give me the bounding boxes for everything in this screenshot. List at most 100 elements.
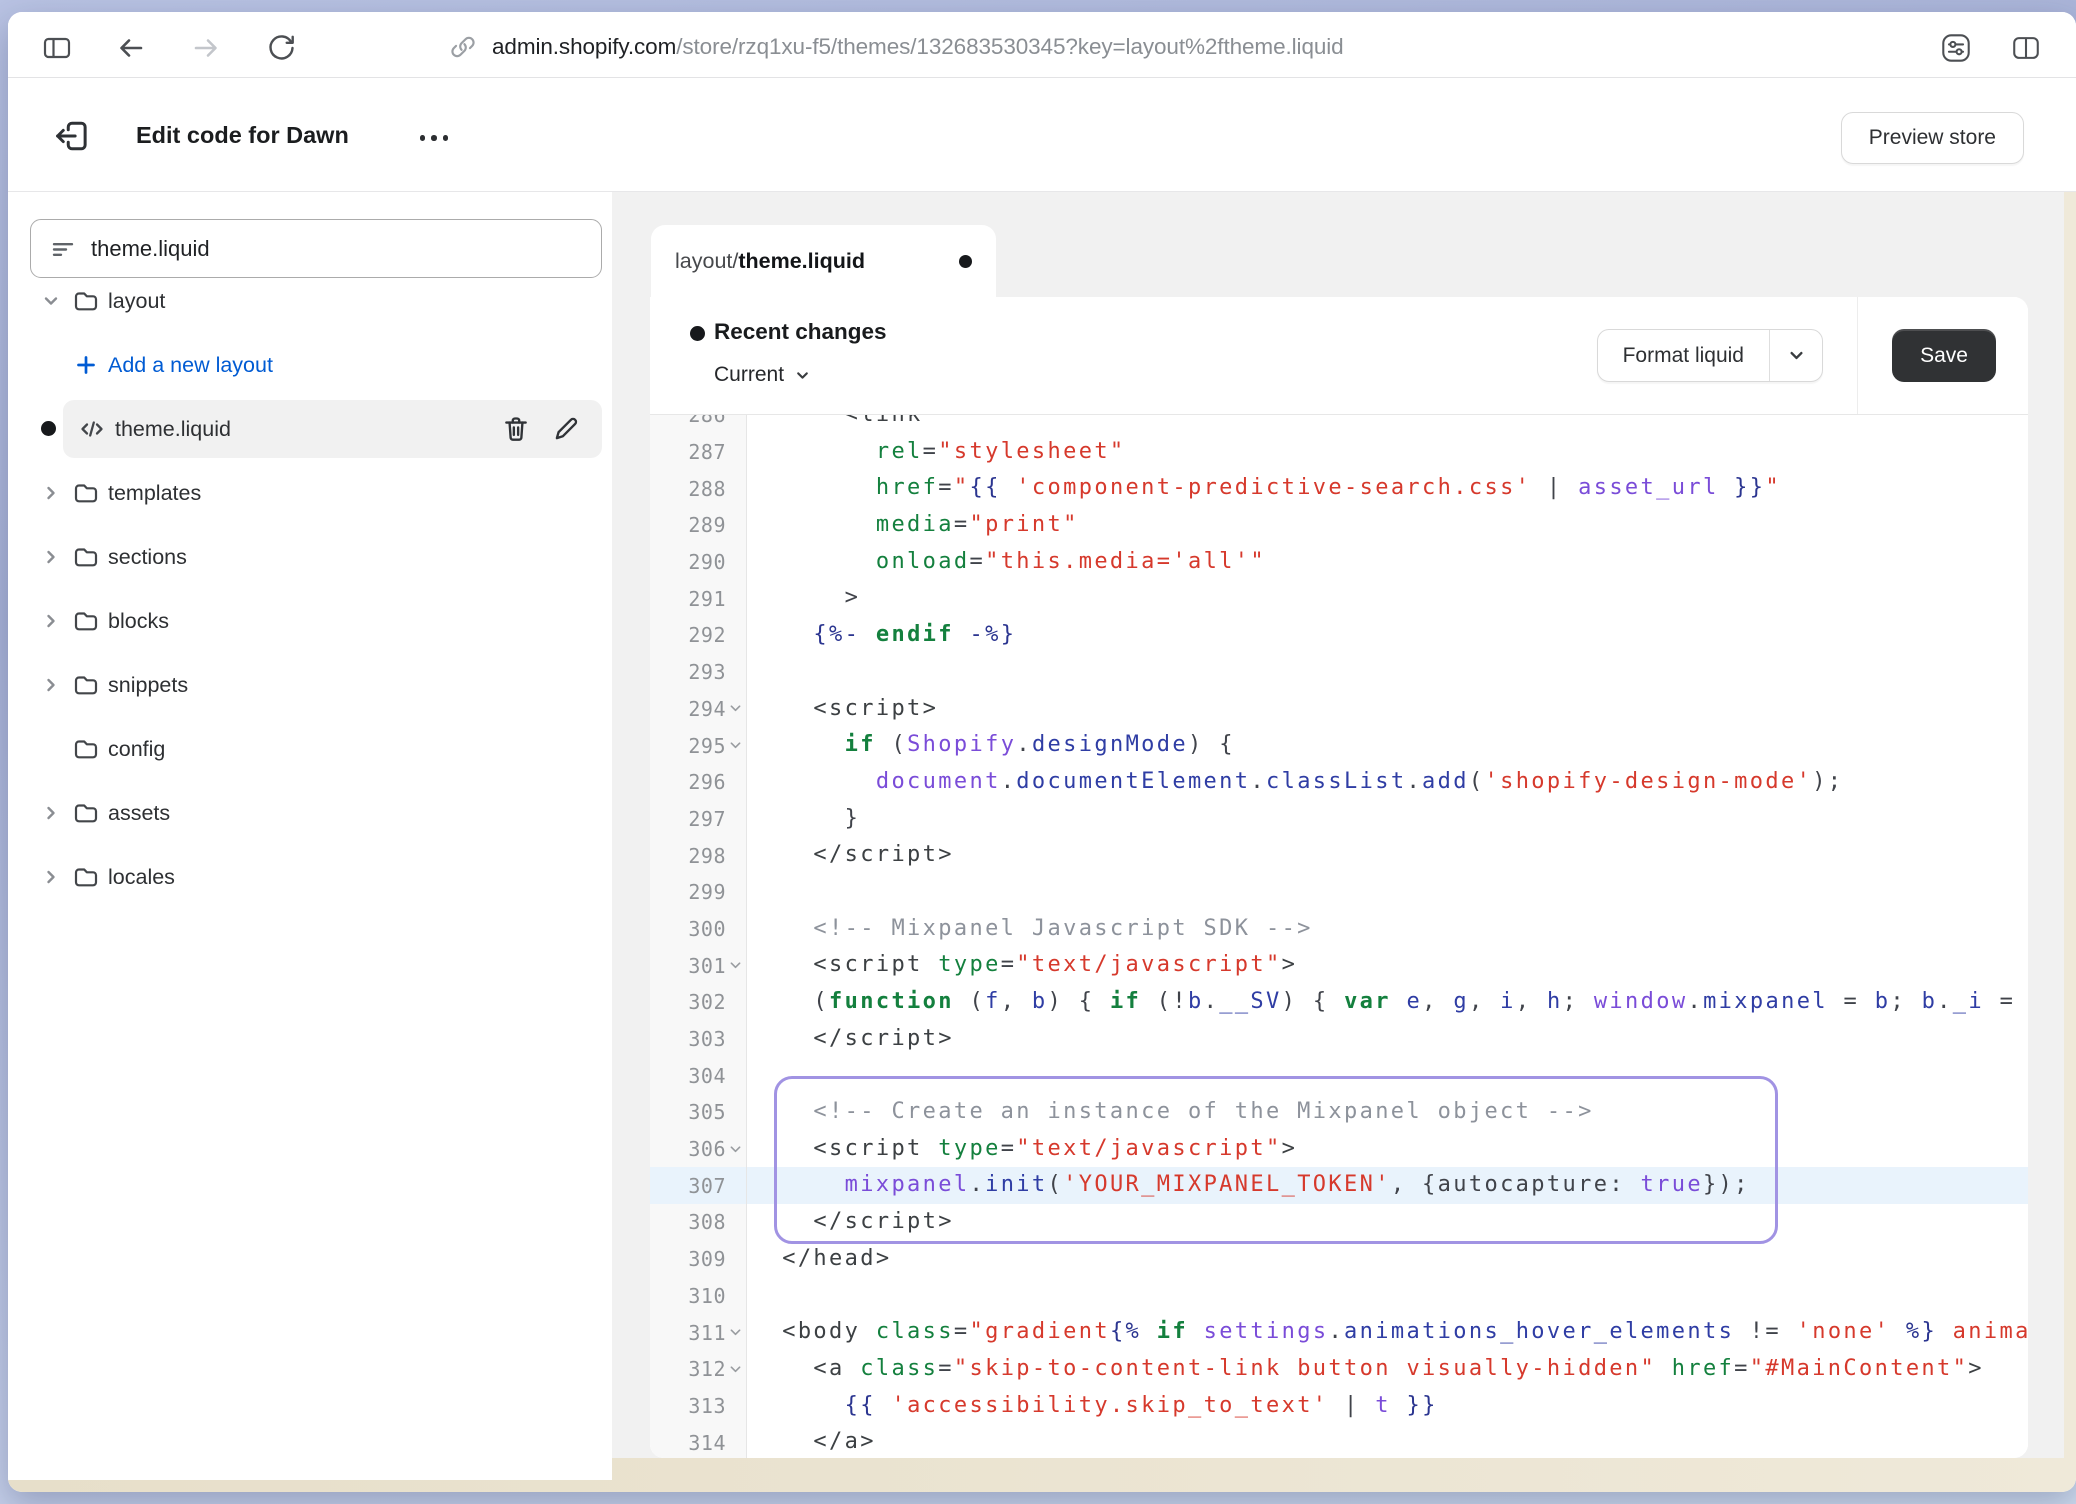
sidebar-item-snippets[interactable]: snippets <box>8 653 612 717</box>
code-line-312[interactable]: 312 <a class="skip-to-content-link butto… <box>650 1351 2028 1388</box>
sidebar-item-theme-liquid[interactable]: theme.liquid <box>8 397 612 461</box>
code-line-301[interactable]: 301 <script type="text/javascript"> <box>650 947 2028 984</box>
code-line-296[interactable]: 296 document.documentElement.classList.a… <box>650 764 2028 801</box>
code-editor[interactable]: 286 <link287 rel="stylesheet"288 href="{… <box>650 415 2028 1458</box>
reload-button[interactable] <box>259 26 303 70</box>
sidebar-item-config[interactable]: config <box>8 717 612 781</box>
code-line-293[interactable]: 293 <box>650 654 2028 691</box>
line-number: 311 <box>688 1321 726 1345</box>
fold-toggle-icon[interactable] <box>727 1325 744 1340</box>
exit-editor-button[interactable] <box>48 113 96 161</box>
code-line-304[interactable]: 304 <box>650 1057 2028 1094</box>
fold-toggle-icon[interactable] <box>727 701 744 716</box>
sidebar-item-label: blocks <box>108 609 169 634</box>
file-search-input[interactable] <box>91 236 583 262</box>
fold-toggle-icon[interactable] <box>727 1362 744 1377</box>
version-select[interactable]: Current <box>714 363 810 387</box>
code-line-302[interactable]: 302 (function (f, b) { if (!b.__SV) { va… <box>650 984 2028 1021</box>
sidebar-item-label: templates <box>108 481 201 506</box>
code-line-286[interactable]: 286 <link <box>650 415 2028 434</box>
format-liquid-menu-button[interactable] <box>1769 330 1822 381</box>
line-number: 303 <box>688 1027 726 1051</box>
code-line-305[interactable]: 305 <!-- Create an instance of the Mixpa… <box>650 1094 2028 1131</box>
sidebar-item-layout[interactable]: layout <box>8 269 612 333</box>
sidebar-item-sections[interactable]: sections <box>8 525 612 589</box>
code-line-300[interactable]: 300 <!-- Mixpanel Javascript SDK --> <box>650 911 2028 948</box>
fold-toggle-icon[interactable] <box>727 1142 744 1157</box>
code-text: media="print" <box>747 507 1079 544</box>
tab-file-label: theme.liquid <box>738 249 865 274</box>
code-line-288[interactable]: 288 href="{{ 'component-predictive-searc… <box>650 470 2028 507</box>
back-button[interactable] <box>109 26 153 70</box>
line-number: 307 <box>688 1174 726 1198</box>
code-line-308[interactable]: 308 </script> <box>650 1204 2028 1241</box>
line-number: 301 <box>688 954 726 978</box>
fold-spacer <box>727 415 744 423</box>
sidebar-item-locales[interactable]: locales <box>8 845 612 909</box>
code-line-314[interactable]: 314 </a> <box>650 1424 2028 1458</box>
code-line-295[interactable]: 295 if (Shopify.designMode) { <box>650 727 2028 764</box>
code-text: </script> <box>747 1021 954 1058</box>
line-number: 289 <box>688 513 726 537</box>
sidebar-item-assets[interactable]: assets <box>8 781 612 845</box>
split-view-button[interactable] <box>2004 26 2048 70</box>
sidebar-item-templates[interactable]: templates <box>8 461 612 525</box>
page-settings-button[interactable] <box>1934 26 1978 70</box>
code-text: <script type="text/javascript"> <box>747 947 1297 984</box>
code-line-313[interactable]: 313 {{ 'accessibility.skip_to_text' | t … <box>650 1388 2028 1425</box>
recent-changes-label: Recent changes <box>714 319 887 345</box>
fold-toggle-icon[interactable] <box>727 738 744 753</box>
code-line-299[interactable]: 299 <box>650 874 2028 911</box>
split-view-icon <box>2010 32 2042 64</box>
page-title: Edit code for Dawn <box>136 122 349 149</box>
code-line-294[interactable]: 294 <script> <box>650 691 2028 728</box>
code-line-297[interactable]: 297 } <box>650 801 2028 838</box>
address-bar[interactable]: admin.shopify.com/store/rzq1xu-f5/themes… <box>448 24 1344 70</box>
url-host: admin.shopify.com <box>492 34 676 59</box>
format-liquid-button[interactable]: Format liquid <box>1598 330 1769 381</box>
chevron-right-icon[interactable] <box>38 800 64 826</box>
code-line-307[interactable]: 307 mixpanel.init('YOUR_MIXPANEL_TOKEN',… <box>650 1167 2028 1204</box>
save-button[interactable]: Save <box>1892 329 1996 382</box>
selected-file-pill[interactable]: theme.liquid <box>63 400 602 458</box>
gutter: 306 <box>650 1131 747 1168</box>
chevron-right-icon[interactable] <box>38 672 64 698</box>
line-number: 313 <box>688 1394 726 1418</box>
page-settings-icon <box>1940 32 1972 64</box>
code-line-289[interactable]: 289 media="print" <box>650 507 2028 544</box>
code-line-287[interactable]: 287 rel="stylesheet" <box>650 434 2028 471</box>
forward-arrow-icon <box>190 32 222 64</box>
line-number: 304 <box>688 1064 726 1088</box>
delete-file-button[interactable] <box>496 409 536 449</box>
tab-theme-liquid[interactable]: layout/theme.liquid <box>651 225 996 298</box>
code-line-311[interactable]: 311 <body class="gradient{% if settings.… <box>650 1314 2028 1351</box>
code-line-298[interactable]: 298 </script> <box>650 837 2028 874</box>
sidebar-toggle-button[interactable] <box>35 26 79 70</box>
chevron-right-icon[interactable] <box>38 544 64 570</box>
chevron-down-icon[interactable] <box>38 288 64 314</box>
code-text: </head> <box>747 1241 891 1278</box>
gutter: 300 <box>650 911 747 948</box>
code-line-306[interactable]: 306 <script type="text/javascript"> <box>650 1131 2028 1168</box>
chevron-right-icon[interactable] <box>38 608 64 634</box>
sidebar-item-blocks[interactable]: blocks <box>8 589 612 653</box>
chevron-right-icon[interactable] <box>38 864 64 890</box>
sidebar-item-add-layout[interactable]: Add a new layout <box>8 333 612 397</box>
gutter: 297 <box>650 801 747 838</box>
preview-store-button[interactable]: Preview store <box>1841 112 2024 164</box>
code-line-292[interactable]: 292 {%- endif -%} <box>650 617 2028 654</box>
code-text: <link <box>747 415 923 434</box>
code-line-290[interactable]: 290 onload="this.media='all'" <box>650 544 2028 581</box>
chevron-down-icon <box>795 368 810 383</box>
code-line-303[interactable]: 303 </script> <box>650 1021 2028 1058</box>
code-line-309[interactable]: 309 </head> <box>650 1241 2028 1278</box>
rename-file-button[interactable] <box>546 409 586 449</box>
more-actions-button[interactable] <box>408 118 460 158</box>
code-line-291[interactable]: 291 > <box>650 580 2028 617</box>
filter-icon <box>49 235 77 263</box>
forward-button[interactable] <box>184 26 228 70</box>
recent-changes-dot <box>690 326 705 341</box>
chevron-right-icon[interactable] <box>38 480 64 506</box>
code-line-310[interactable]: 310 <box>650 1278 2028 1315</box>
fold-toggle-icon[interactable] <box>727 958 744 973</box>
